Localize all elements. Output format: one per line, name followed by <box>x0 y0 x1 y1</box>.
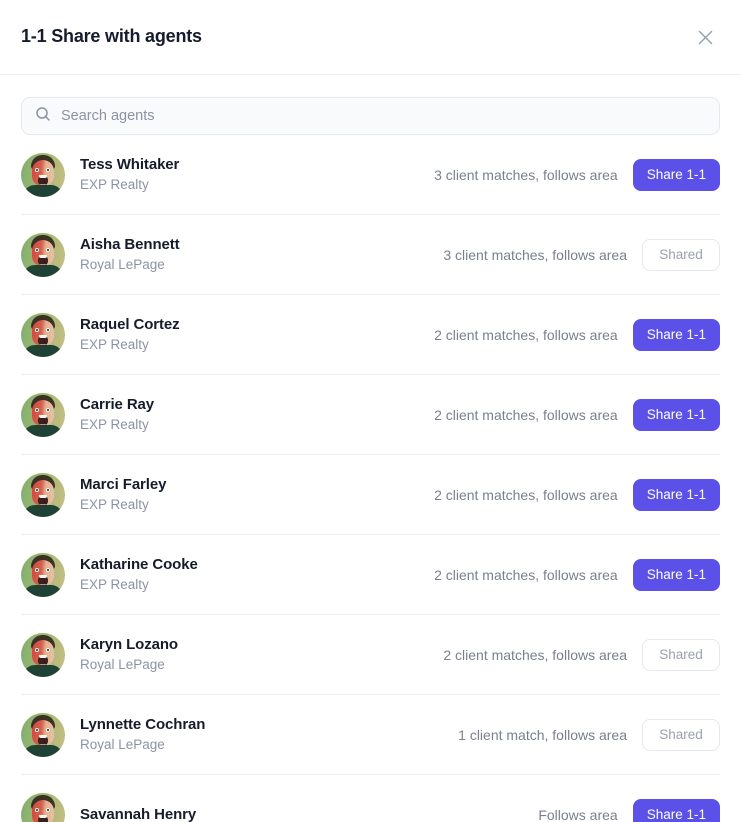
agent-match-summary: Follows area <box>538 806 618 822</box>
share-button[interactable]: Share 1-1 <box>632 318 720 351</box>
avatar <box>21 152 65 197</box>
agent-list: Tess Whitaker EXP Realty 3 client matches,… <box>0 135 741 822</box>
avatar <box>21 552 65 597</box>
search-icon <box>35 106 51 127</box>
share-button[interactable]: Share 1-1 <box>632 398 720 431</box>
share-button[interactable]: Share 1-1 <box>632 478 720 511</box>
share-agents-modal: 1-1 Share with agents Tess Whitaker EXP R… <box>0 0 741 822</box>
avatar <box>21 712 65 757</box>
agent-name: Carrie Ray <box>80 396 155 414</box>
agent-brokerage: EXP Realty <box>80 336 149 352</box>
avatar <box>21 392 65 437</box>
agent-name: Tess Whitaker <box>80 156 180 174</box>
agent-identity: Lynnette Cochran Royal LePage <box>80 716 205 752</box>
agent-match-summary: 2 client matches, follows area <box>434 406 618 423</box>
avatar <box>21 792 65 822</box>
avatar <box>21 472 65 517</box>
agent-identity: Tess Whitaker EXP Realty <box>80 156 179 192</box>
agent-brokerage: Royal LePage <box>80 656 165 672</box>
agent-identity: Carrie Ray EXP Realty <box>80 396 154 432</box>
avatar <box>21 232 65 277</box>
agent-row: Katharine Cooke EXP Realty 2 client matche… <box>21 535 720 615</box>
agent-brokerage: EXP Realty <box>80 496 149 512</box>
close-icon <box>698 30 713 45</box>
agent-row: Lynnette Cochran Royal LePage 1 client mat… <box>21 695 720 775</box>
avatar <box>21 312 65 357</box>
modal-header: 1-1 Share with agents <box>0 0 741 75</box>
agent-match-summary: 2 client matches, follows area <box>434 326 618 343</box>
agent-name: Katharine Cooke <box>80 556 198 574</box>
agent-identity: Raquel Cortez EXP Realty <box>80 316 180 352</box>
agent-row: Carrie Ray EXP Realty 2 client matches, fo… <box>21 375 720 455</box>
agent-row: Tess Whitaker EXP Realty 3 client matches,… <box>21 135 720 215</box>
agent-row: Aisha Bennett Royal LePage 3 client matche… <box>21 215 720 295</box>
agent-match-summary: 3 client matches, follows area <box>443 246 627 263</box>
agent-name: Karyn Lozano <box>80 636 178 654</box>
close-button[interactable] <box>690 22 720 52</box>
agent-identity: Aisha Bennett Royal LePage <box>80 236 180 272</box>
avatar <box>21 632 65 677</box>
agent-row: Marci Farley EXP Realty 2 client matches, … <box>21 455 720 535</box>
agent-match-summary: 2 client matches, follows area <box>434 486 618 503</box>
share-button[interactable]: Share 1-1 <box>632 158 720 191</box>
shared-status-button: Shared <box>642 638 720 671</box>
agent-name: Savannah Henry <box>80 805 197 822</box>
search-area <box>0 75 741 135</box>
agent-match-summary: 2 client matches, follows area <box>443 646 627 663</box>
agent-identity: Marci Farley EXP Realty <box>80 476 166 512</box>
search-input[interactable] <box>61 98 706 134</box>
agent-row: Karyn Lozano Royal LePage 2 client matches… <box>21 615 720 695</box>
agent-row: Raquel Cortez EXP Realty 2 client matches,… <box>21 295 720 375</box>
agent-row: Savannah Henry Follows area Share 1-1 <box>21 775 720 822</box>
agent-identity: Katharine Cooke EXP Realty <box>80 556 198 592</box>
share-button[interactable]: Share 1-1 <box>632 558 720 591</box>
agent-identity: Karyn Lozano Royal LePage <box>80 636 178 672</box>
agent-brokerage: EXP Realty <box>80 176 149 192</box>
agent-match-summary: 3 client matches, follows area <box>434 166 618 183</box>
agent-brokerage: EXP Realty <box>80 416 149 432</box>
agent-brokerage: Royal LePage <box>80 256 165 272</box>
agent-brokerage: Royal LePage <box>80 736 165 752</box>
agent-match-summary: 2 client matches, follows area <box>434 566 618 583</box>
agent-brokerage: EXP Realty <box>80 576 149 592</box>
share-button[interactable]: Share 1-1 <box>632 798 720 822</box>
agent-name: Raquel Cortez <box>80 316 180 334</box>
shared-status-button: Shared <box>642 238 720 271</box>
page-title: 1-1 Share with agents <box>21 26 202 47</box>
search-box[interactable] <box>21 97 720 135</box>
agent-match-summary: 1 client match, follows area <box>458 726 627 743</box>
agent-identity: Savannah Henry <box>80 806 196 822</box>
agent-name: Lynnette Cochran <box>80 716 206 734</box>
agent-name: Marci Farley <box>80 476 167 494</box>
agent-name: Aisha Bennett <box>80 236 180 254</box>
shared-status-button: Shared <box>642 718 720 751</box>
